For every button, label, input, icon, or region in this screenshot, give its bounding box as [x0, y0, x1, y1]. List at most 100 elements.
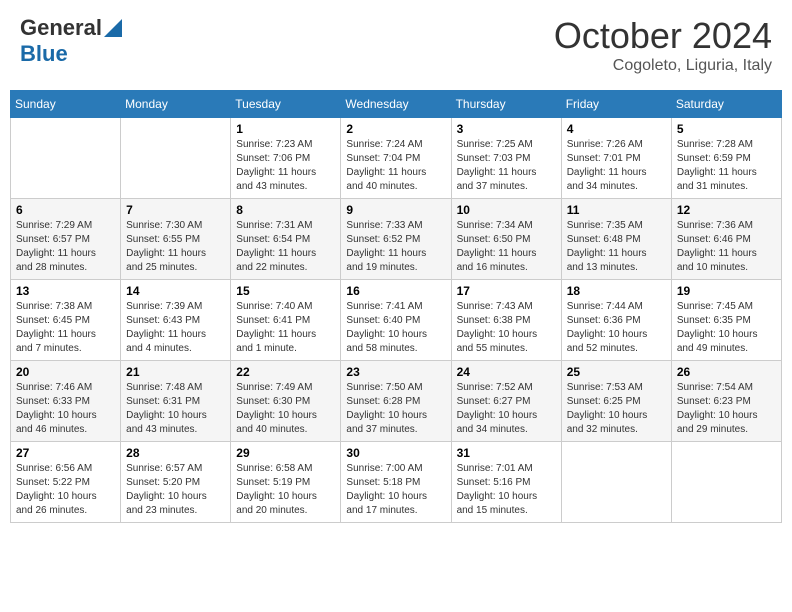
- logo-blue-text: Blue: [20, 41, 68, 67]
- day-info: Sunrise: 7:44 AM Sunset: 6:36 PM Dayligh…: [567, 300, 666, 356]
- day-info: Sunrise: 7:24 AM Sunset: 7:04 PM Dayligh…: [346, 138, 445, 194]
- day-number: 19: [677, 284, 776, 298]
- day-number: 13: [16, 284, 115, 298]
- day-info: Sunrise: 7:01 AM Sunset: 5:16 PM Dayligh…: [457, 462, 556, 518]
- calendar-cell: 19Sunrise: 7:45 AM Sunset: 6:35 PM Dayli…: [671, 280, 781, 361]
- day-info: Sunrise: 7:26 AM Sunset: 7:01 PM Dayligh…: [567, 138, 666, 194]
- day-number: 10: [457, 203, 556, 217]
- column-header-saturday: Saturday: [671, 91, 781, 118]
- calendar-cell: [671, 442, 781, 523]
- calendar-cell: 24 Sunrise: 7:52 AM Sunset: 6:27 PM Dayli…: [451, 361, 561, 442]
- calendar-cell: 15 Sunrise: 7:40 AM Sunset: 6:41 PM Dayli…: [231, 280, 341, 361]
- day-info: Sunrise: 7:38 AM Sunset: 6:45 PM Dayligh…: [16, 300, 115, 356]
- day-info: Sunrise: 7:50 AM Sunset: 6:28 PM Dayligh…: [346, 381, 445, 437]
- day-number: 25: [567, 365, 666, 379]
- day-info: Sunrise: 7:34 AM Sunset: 6:50 PM Dayligh…: [457, 219, 556, 275]
- day-info: Sunrise: 7:33 AM Sunset: 6:52 PM Dayligh…: [346, 219, 445, 275]
- day-number: 6: [16, 203, 115, 217]
- calendar-cell: 8Sunrise: 7:31 AM Sunset: 6:54 PM Daylig…: [231, 199, 341, 280]
- day-number: 23: [346, 365, 445, 379]
- day-number: 16: [346, 284, 445, 298]
- day-info: Sunrise: 7:48 AM Sunset: 6:31 PM Dayligh…: [126, 381, 225, 437]
- calendar-table: SundayMondayTuesdayWednesdayThursdayFrid…: [10, 90, 782, 523]
- calendar-cell: 20 Sunrise: 7:46 AM Sunset: 6:33 PM Dayli…: [11, 361, 121, 442]
- day-number: 1: [236, 122, 335, 136]
- day-number: 4: [567, 122, 666, 136]
- calendar-cell: 6Sunrise: 7:29 AM Sunset: 6:57 PM Daylig…: [11, 199, 121, 280]
- calendar-cell: 23 Sunrise: 7:50 AM Sunset: 6:28 PM Dayli…: [341, 361, 451, 442]
- day-number: 28: [126, 446, 225, 460]
- day-info: Sunrise: 7:43 AM Sunset: 6:38 PM Dayligh…: [457, 300, 556, 356]
- column-header-thursday: Thursday: [451, 91, 561, 118]
- calendar-header-row: SundayMondayTuesdayWednesdayThursdayFrid…: [11, 91, 782, 118]
- calendar-cell: 13 Sunrise: 7:38 AM Sunset: 6:45 PM Dayli…: [11, 280, 121, 361]
- column-header-wednesday: Wednesday: [341, 91, 451, 118]
- day-info: Sunrise: 6:58 AM Sunset: 5:19 PM Dayligh…: [236, 462, 335, 518]
- calendar-cell: 26Sunrise: 7:54 AM Sunset: 6:23 PM Dayli…: [671, 361, 781, 442]
- day-number: 24: [457, 365, 556, 379]
- calendar-week-row: 1 Sunrise: 7:23 AM Sunset: 7:06 PM Daylig…: [11, 118, 782, 199]
- day-number: 11: [567, 203, 666, 217]
- day-number: 7: [126, 203, 225, 217]
- column-header-monday: Monday: [121, 91, 231, 118]
- day-info: Sunrise: 6:57 AM Sunset: 5:20 PM Dayligh…: [126, 462, 225, 518]
- title-block: October 2024 Cogoleto, Liguria, Italy: [554, 15, 772, 75]
- calendar-cell: 5Sunrise: 7:28 AM Sunset: 6:59 PM Daylig…: [671, 118, 781, 199]
- calendar-week-row: 13 Sunrise: 7:38 AM Sunset: 6:45 PM Dayli…: [11, 280, 782, 361]
- day-info: Sunrise: 7:39 AM Sunset: 6:43 PM Dayligh…: [126, 300, 225, 356]
- logo-general-text: General: [20, 15, 102, 41]
- column-header-tuesday: Tuesday: [231, 91, 341, 118]
- day-info: Sunrise: 7:53 AM Sunset: 6:25 PM Dayligh…: [567, 381, 666, 437]
- day-info: Sunrise: 7:25 AM Sunset: 7:03 PM Dayligh…: [457, 138, 556, 194]
- calendar-cell: 3 Sunrise: 7:25 AM Sunset: 7:03 PM Daylig…: [451, 118, 561, 199]
- day-info: Sunrise: 7:23 AM Sunset: 7:06 PM Dayligh…: [236, 138, 335, 194]
- calendar-cell: [121, 118, 231, 199]
- day-info: Sunrise: 7:30 AM Sunset: 6:55 PM Dayligh…: [126, 219, 225, 275]
- calendar-cell: 12Sunrise: 7:36 AM Sunset: 6:46 PM Dayli…: [671, 199, 781, 280]
- calendar-cell: 9Sunrise: 7:33 AM Sunset: 6:52 PM Daylig…: [341, 199, 451, 280]
- calendar-cell: 2Sunrise: 7:24 AM Sunset: 7:04 PM Daylig…: [341, 118, 451, 199]
- day-number: 29: [236, 446, 335, 460]
- calendar-cell: 10 Sunrise: 7:34 AM Sunset: 6:50 PM Dayli…: [451, 199, 561, 280]
- calendar-cell: [11, 118, 121, 199]
- day-info: Sunrise: 7:46 AM Sunset: 6:33 PM Dayligh…: [16, 381, 115, 437]
- logo-triangle-icon: [104, 19, 122, 37]
- day-number: 3: [457, 122, 556, 136]
- calendar-cell: 7 Sunrise: 7:30 AM Sunset: 6:55 PM Daylig…: [121, 199, 231, 280]
- day-number: 17: [457, 284, 556, 298]
- calendar-cell: 14 Sunrise: 7:39 AM Sunset: 6:43 PM Dayli…: [121, 280, 231, 361]
- day-number: 14: [126, 284, 225, 298]
- column-header-friday: Friday: [561, 91, 671, 118]
- day-number: 20: [16, 365, 115, 379]
- calendar-cell: 29 Sunrise: 6:58 AM Sunset: 5:19 PM Dayli…: [231, 442, 341, 523]
- calendar-cell: 16Sunrise: 7:41 AM Sunset: 6:40 PM Dayli…: [341, 280, 451, 361]
- calendar-week-row: 27 Sunrise: 6:56 AM Sunset: 5:22 PM Dayli…: [11, 442, 782, 523]
- calendar-cell: 11 Sunrise: 7:35 AM Sunset: 6:48 PM Dayli…: [561, 199, 671, 280]
- calendar-cell: 1 Sunrise: 7:23 AM Sunset: 7:06 PM Daylig…: [231, 118, 341, 199]
- calendar-cell: [561, 442, 671, 523]
- calendar-cell: 28 Sunrise: 6:57 AM Sunset: 5:20 PM Dayli…: [121, 442, 231, 523]
- calendar-cell: 25 Sunrise: 7:53 AM Sunset: 6:25 PM Dayli…: [561, 361, 671, 442]
- day-number: 18: [567, 284, 666, 298]
- day-info: Sunrise: 7:49 AM Sunset: 6:30 PM Dayligh…: [236, 381, 335, 437]
- day-number: 27: [16, 446, 115, 460]
- logo: General Blue: [20, 15, 124, 67]
- day-number: 12: [677, 203, 776, 217]
- day-number: 30: [346, 446, 445, 460]
- day-info: Sunrise: 7:31 AM Sunset: 6:54 PM Dayligh…: [236, 219, 335, 275]
- day-info: Sunrise: 7:54 AM Sunset: 6:23 PM Dayligh…: [677, 381, 776, 437]
- calendar-cell: 18 Sunrise: 7:44 AM Sunset: 6:36 PM Dayli…: [561, 280, 671, 361]
- calendar-cell: 21Sunrise: 7:48 AM Sunset: 6:31 PM Dayli…: [121, 361, 231, 442]
- day-info: Sunrise: 6:56 AM Sunset: 5:22 PM Dayligh…: [16, 462, 115, 518]
- day-info: Sunrise: 7:35 AM Sunset: 6:48 PM Dayligh…: [567, 219, 666, 275]
- page-header: General Blue October 2024 Cogoleto, Ligu…: [10, 10, 782, 80]
- calendar-cell: 22 Sunrise: 7:49 AM Sunset: 6:30 PM Dayli…: [231, 361, 341, 442]
- calendar-cell: 27 Sunrise: 6:56 AM Sunset: 5:22 PM Dayli…: [11, 442, 121, 523]
- day-info: Sunrise: 7:52 AM Sunset: 6:27 PM Dayligh…: [457, 381, 556, 437]
- calendar-cell: 30Sunrise: 7:00 AM Sunset: 5:18 PM Dayli…: [341, 442, 451, 523]
- day-number: 5: [677, 122, 776, 136]
- column-header-sunday: Sunday: [11, 91, 121, 118]
- day-info: Sunrise: 7:40 AM Sunset: 6:41 PM Dayligh…: [236, 300, 335, 356]
- day-number: 15: [236, 284, 335, 298]
- day-number: 22: [236, 365, 335, 379]
